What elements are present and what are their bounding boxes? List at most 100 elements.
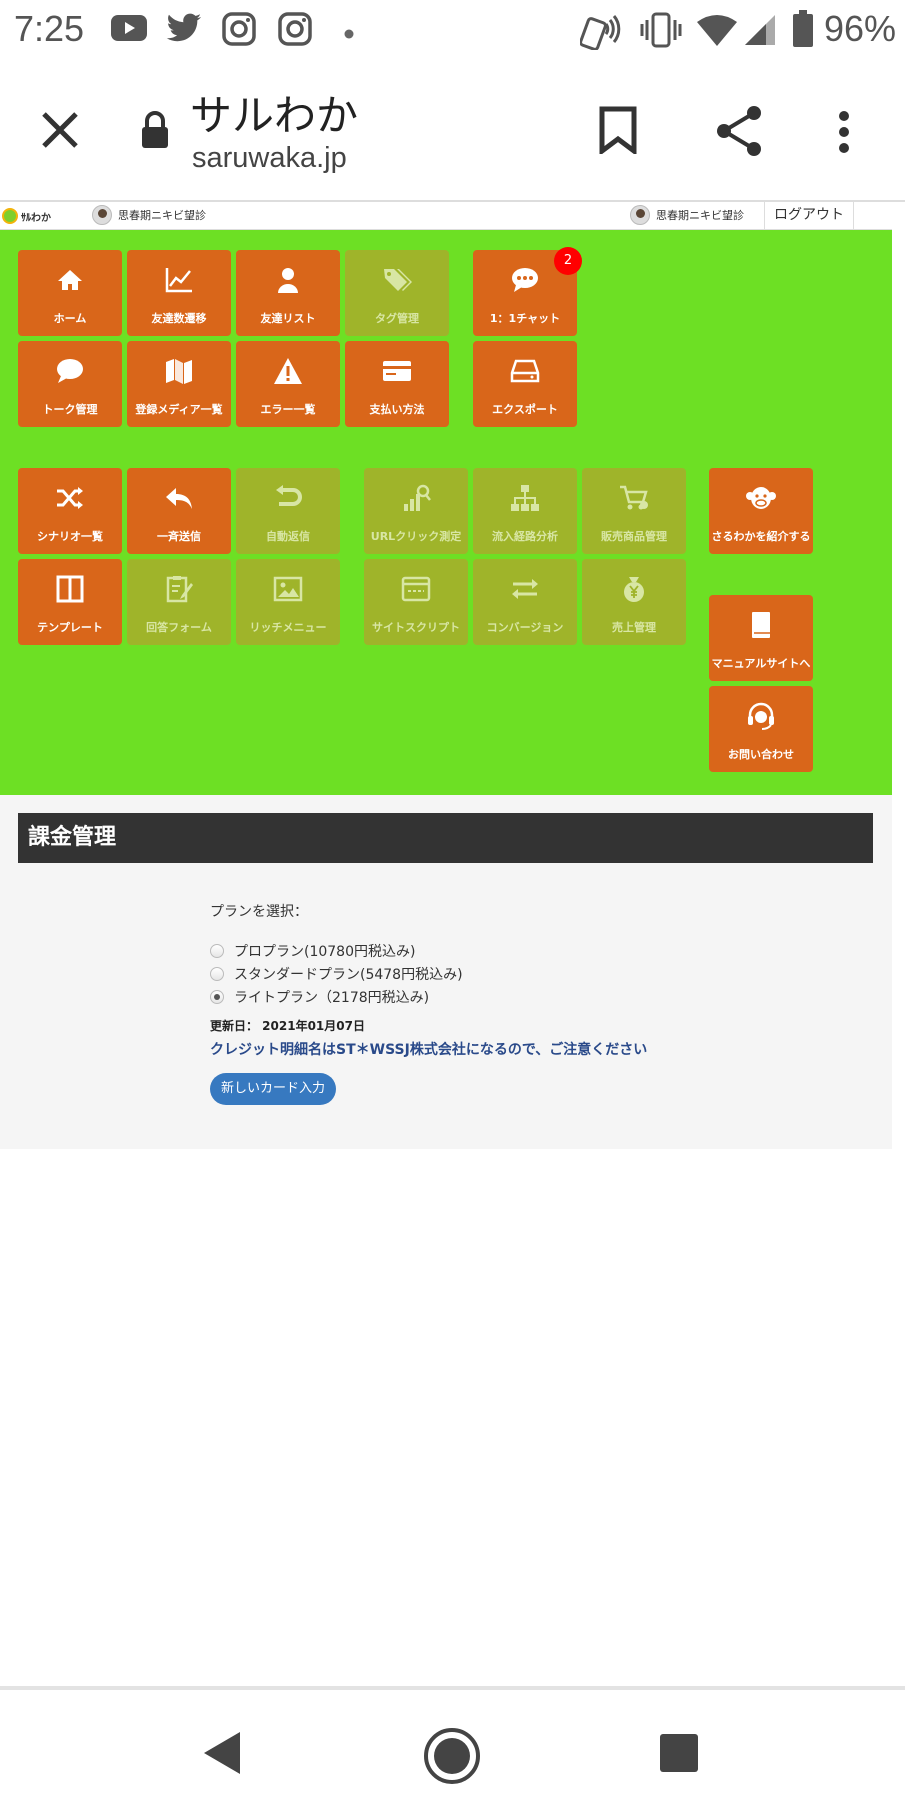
tile-label: 販売商品管理 [601,530,667,543]
dot-icon [344,24,354,43]
tile-auto-reply[interactable]: 自動返信 [236,468,340,554]
tile-label: 売上管理 [612,621,656,634]
tile-label: サイトスクリプト [372,621,460,634]
logout-button[interactable]: ログアウト [764,202,854,230]
line-chart-icon [127,266,231,294]
tile-template[interactable]: テンプレート [18,559,122,645]
tile-conversion[interactable]: コンバージョン [473,559,577,645]
tile-label: 回答フォーム [146,621,212,634]
signal-icon [744,14,776,50]
account-right[interactable]: 思春期ニキビ望診 [630,205,744,225]
tile-home[interactable]: ホーム [18,250,122,336]
page-url[interactable]: saruwaka.jp [192,142,347,175]
hard-drive-icon [473,357,577,385]
site-logo[interactable]: ｻﾙわか [2,204,58,228]
lock-icon [140,110,170,154]
tile-label: URLクリック測定 [370,530,462,543]
tile-manual[interactable]: マニュアルサイトへ [709,595,813,681]
tile-label: コンバージョン [486,621,564,634]
avatar [92,205,112,225]
columns-icon [18,575,122,603]
site-header: ｻﾙわか 思春期ニキビ望診 思春期ニキビ望診 ログアウト [0,202,892,230]
plan-option-light[interactable]: ライトプラン（2178円税込み) [210,987,429,1007]
battery-percent: 96% [824,8,897,49]
tile-friends-trend[interactable]: 友達数遷移 [127,250,231,336]
battery-icon [792,10,814,52]
nfc-icon [579,10,622,54]
tile-chat[interactable]: 1：1チャット 2 [473,247,582,336]
reply-icon [127,484,231,512]
tile-label: 一斉送信 [157,530,201,543]
tile-label: ホーム [53,312,87,325]
tile-payment[interactable]: 支払い方法 [345,341,449,427]
tile-label: トーク管理 [42,403,98,416]
system-nav-bar [0,1686,905,1810]
exchange-icon [473,575,577,603]
plan-label: プランを選択： [210,904,308,920]
plan-option-standard[interactable]: スタンダードプラン(5478円税込み) [210,964,463,984]
status-bar: 7:25 96% [0,0,905,62]
billing-section: 課金管理 プランを選択： プロプラン(10780円税込み) スタンダードプラン(… [0,795,892,1149]
tile-introduce[interactable]: さるわかを紹介する [709,468,813,554]
bookmark-icon[interactable] [598,106,638,158]
menu-panel: ホーム 友達数遷移 友達リスト タグ管理 1：1チャット 2 トーク管理 登録メ… [0,230,892,795]
sitemap-icon [473,484,577,512]
bar-search-icon [364,484,468,512]
tile-label: マニュアルサイトへ [711,657,811,670]
account-name: 思春期ニキビ望診 [118,209,206,222]
close-icon[interactable] [38,108,82,156]
book-icon [709,611,813,639]
tile-error-list[interactable]: エラー一覧 [236,341,340,427]
user-icon [236,266,340,294]
tile-inflow[interactable]: 流入経路分析 [473,468,577,554]
account-name: 思春期ニキビ望診 [656,209,744,222]
tile-sales-items[interactable]: 販売商品管理 [582,468,686,554]
back-icon[interactable] [200,1730,244,1780]
new-card-button[interactable]: 新しいカード入力 [210,1073,336,1105]
home-button-icon[interactable] [422,1726,482,1790]
tile-export[interactable]: エクスポート [473,341,577,427]
tile-broadcast[interactable]: 一斉送信 [127,468,231,554]
more-options-icon[interactable] [836,110,852,158]
logo-text: ｻﾙわか [21,212,51,224]
tile-talk-manage[interactable]: トーク管理 [18,341,122,427]
plan-option-label: プロプラン(10780円税込み) [234,944,416,960]
twitter-icon [165,12,203,48]
tile-sales-manage[interactable]: 売上管理 [582,559,686,645]
tile-rich-menu[interactable]: リッチメニュー [236,559,340,645]
tile-label: お問い合わせ [728,748,794,761]
tile-tag-manage[interactable]: タグ管理 [345,250,449,336]
radio-button[interactable] [210,967,224,981]
tile-contact[interactable]: お問い合わせ [709,686,813,772]
clipboard-edit-icon [127,575,231,603]
recent-apps-icon[interactable] [658,1732,700,1778]
tile-label: リッチメニュー [249,621,327,634]
tile-label: 友達リスト [260,312,316,325]
tile-url-click[interactable]: URLクリック測定 [364,468,468,554]
tile-media-list[interactable]: 登録メディア一覧 [127,341,231,427]
wifi-icon [696,14,738,50]
billing-notice: クレジット明細名はST＊WSSJ株式会社になるので、ご注意ください [210,1042,648,1058]
image-icon [236,575,340,603]
tile-scenario-list[interactable]: シナリオ一覧 [18,468,122,554]
account-left[interactable]: 思春期ニキビ望診 [92,205,206,225]
status-time: 7:25 [14,8,85,49]
tile-answer-form[interactable]: 回答フォーム [127,559,231,645]
money-bag-icon [582,575,686,603]
instagram-icon [222,12,256,50]
tags-icon [345,266,449,294]
radio-button[interactable] [210,990,224,1004]
tile-label: 友達数遷移 [151,312,207,325]
radio-button[interactable] [210,944,224,958]
tile-label: さるわかを紹介する [711,530,811,543]
headset-icon [709,702,813,730]
tile-site-script[interactable]: サイトスクリプト [364,559,468,645]
instagram-icon [278,12,312,50]
tile-friends-list[interactable]: 友達リスト [236,250,340,336]
updated-date: 更新日： 2021年01月07日 [210,1019,365,1033]
monkey-icon [709,484,813,512]
shuffle-icon [18,484,122,512]
comment-icon [18,357,122,385]
share-icon[interactable] [714,104,764,162]
plan-option-pro[interactable]: プロプラン(10780円税込み) [210,941,415,961]
